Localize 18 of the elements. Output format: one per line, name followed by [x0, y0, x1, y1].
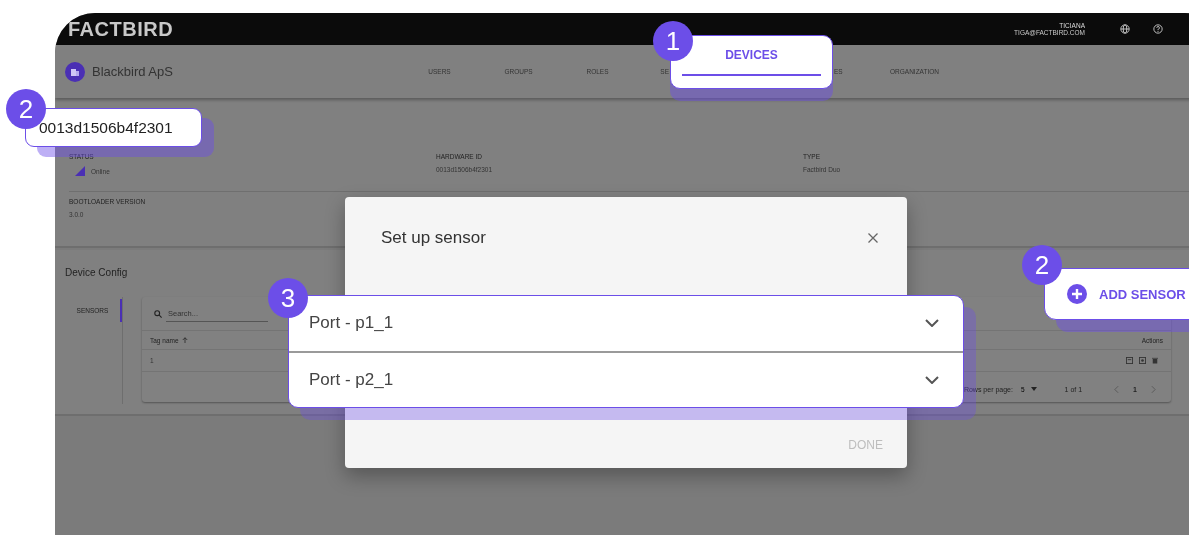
plus-icon — [1067, 284, 1087, 304]
globe-icon[interactable] — [1120, 24, 1130, 34]
settings-icon[interactable] — [1139, 357, 1146, 364]
logo: FACTBIRD — [68, 17, 174, 41]
sort-arrow-icon — [181, 337, 188, 343]
section-title: Device Config — [65, 267, 129, 278]
search-icon — [154, 309, 162, 318]
view-icon[interactable] — [1126, 357, 1133, 364]
delete-icon[interactable] — [1152, 357, 1158, 364]
signal-icon — [75, 166, 85, 176]
help-icon[interactable] — [1153, 24, 1163, 34]
building-icon — [65, 61, 85, 82]
dialog-title: Set up sensor — [381, 228, 486, 248]
port-dropdown[interactable]: Port - p2_1 — [289, 350, 963, 407]
hardware-id: 0013d1506b4f2301 — [39, 118, 173, 137]
dropdown-caret-icon — [1030, 387, 1037, 391]
organization-name: Blackbird ApS — [92, 64, 173, 79]
close-icon[interactable] — [868, 233, 878, 243]
